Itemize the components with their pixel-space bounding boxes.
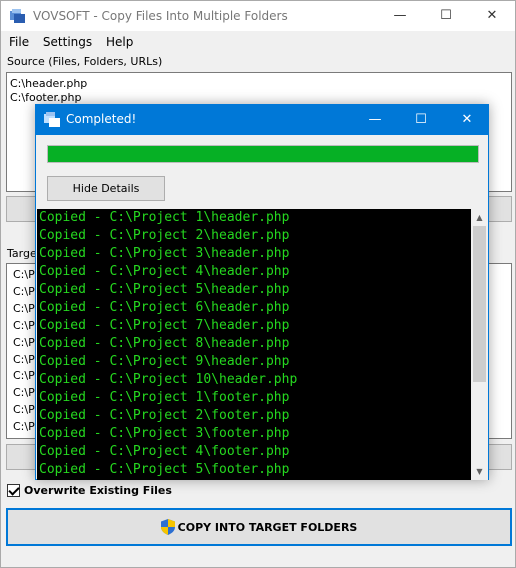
menu-bar: File Settings Help — [1, 32, 515, 52]
copy-into-target-button[interactable]: COPY INTO TARGET FOLDERS — [6, 508, 512, 546]
log-line: Copied - C:\Project 9\header.php — [39, 354, 290, 369]
title-bar[interactable]: VOVSOFT - Copy Files Into Multiple Folde… — [1, 1, 515, 31]
close-button[interactable]: ✕ — [469, 1, 515, 31]
log-line: Copied - C:\Project 8\header.php — [39, 336, 290, 351]
completed-dialog: Completed! — ☐ ✕ Hide Details Copied - C… — [35, 104, 489, 480]
dialog-maximize-button[interactable]: ☐ — [398, 105, 444, 135]
scroll-down-icon[interactable]: ▼ — [471, 463, 488, 480]
log-lines: Copied - C:\Project 1\header.php Copied -… — [39, 209, 467, 479]
source-item[interactable]: C:\header.php — [10, 77, 508, 91]
log-line: Copied - C:\Project 3\header.php — [39, 246, 290, 261]
log-line: Copied - C:\Project 1\footer.php — [39, 390, 290, 405]
menu-settings[interactable]: Settings — [43, 32, 92, 52]
menu-help[interactable]: Help — [106, 32, 133, 52]
dialog-title-bar[interactable]: Completed! — ☐ ✕ — [36, 105, 488, 135]
overwrite-option[interactable]: Overwrite Existing Files — [7, 482, 172, 498]
target-label: Targe — [7, 247, 37, 260]
log-console[interactable]: Copied - C:\Project 1\header.php Copied -… — [37, 209, 488, 480]
log-line: Copied - C:\Project 3\footer.php — [39, 426, 290, 441]
progress-fill — [48, 146, 478, 162]
log-line: Copied - C:\Project 7\header.php — [39, 318, 290, 333]
source-label: Source (Files, Folders, URLs) — [7, 55, 163, 68]
hide-details-button[interactable]: Hide Details — [47, 176, 165, 201]
app-icon — [10, 9, 25, 23]
dialog-title: Completed! — [66, 112, 137, 126]
progress-bar — [47, 145, 479, 163]
log-line: Copied - C:\Project 4\footer.php — [39, 444, 290, 459]
log-line: Copied - C:\Project 1\header.php — [39, 210, 290, 225]
log-line: Copied - C:\Project 5\footer.php — [39, 462, 290, 477]
window-title: VOVSOFT - Copy Files Into Multiple Folde… — [33, 9, 288, 23]
log-line: Copied - C:\Project 5\header.php — [39, 282, 290, 297]
copy-button-label: COPY INTO TARGET FOLDERS — [177, 520, 358, 534]
log-line: Copied - C:\Project 6\header.php — [39, 300, 290, 315]
overwrite-checkbox[interactable] — [7, 483, 20, 497]
menu-file[interactable]: File — [9, 32, 29, 52]
dialog-minimize-button[interactable]: — — [352, 105, 398, 135]
maximize-button[interactable]: ☐ — [423, 1, 469, 31]
dialog-close-button[interactable]: ✕ — [444, 105, 490, 135]
scroll-thumb[interactable] — [473, 226, 486, 382]
log-line: Copied - C:\Project 10\header.php — [39, 372, 298, 387]
log-line: Copied - C:\Project 2\header.php — [39, 228, 290, 243]
uac-shield-icon — [160, 519, 175, 535]
log-scrollbar[interactable]: ▲ ▼ — [471, 209, 488, 480]
overwrite-label: Overwrite Existing Files — [24, 483, 172, 497]
scroll-up-icon[interactable]: ▲ — [471, 209, 488, 226]
log-line: Copied - C:\Project 2\footer.php — [39, 408, 290, 423]
source-item[interactable]: C:\footer.php — [10, 91, 508, 105]
minimize-button[interactable]: — — [377, 1, 423, 31]
app-icon — [44, 112, 60, 127]
log-line: Copied - C:\Project 4\header.php — [39, 264, 290, 279]
